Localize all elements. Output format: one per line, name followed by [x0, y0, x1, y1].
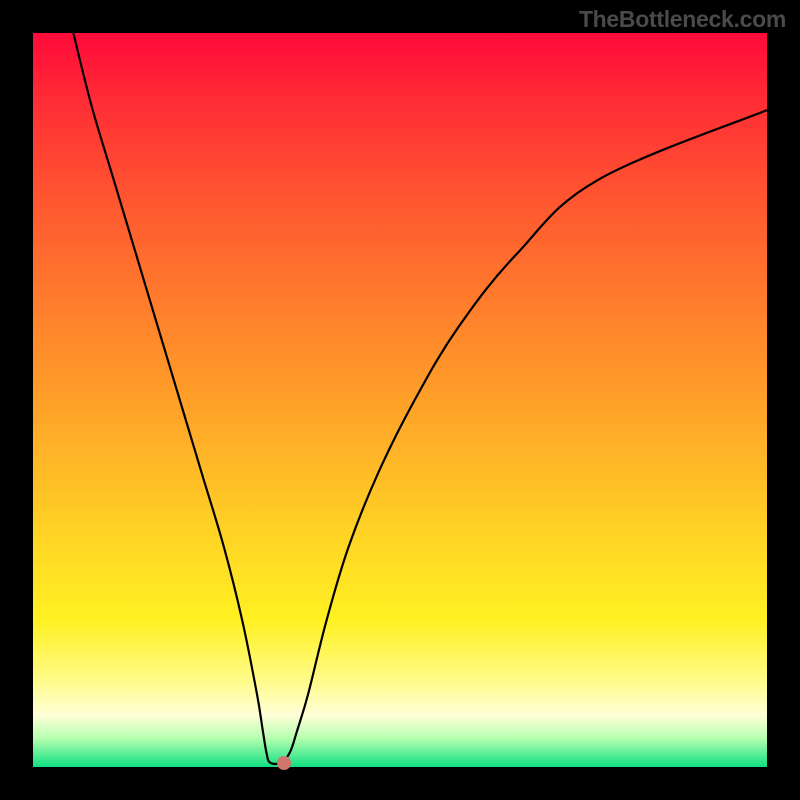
chart-curve [33, 33, 767, 767]
optimum-marker [277, 756, 291, 770]
watermark-text: TheBottleneck.com [579, 6, 786, 33]
